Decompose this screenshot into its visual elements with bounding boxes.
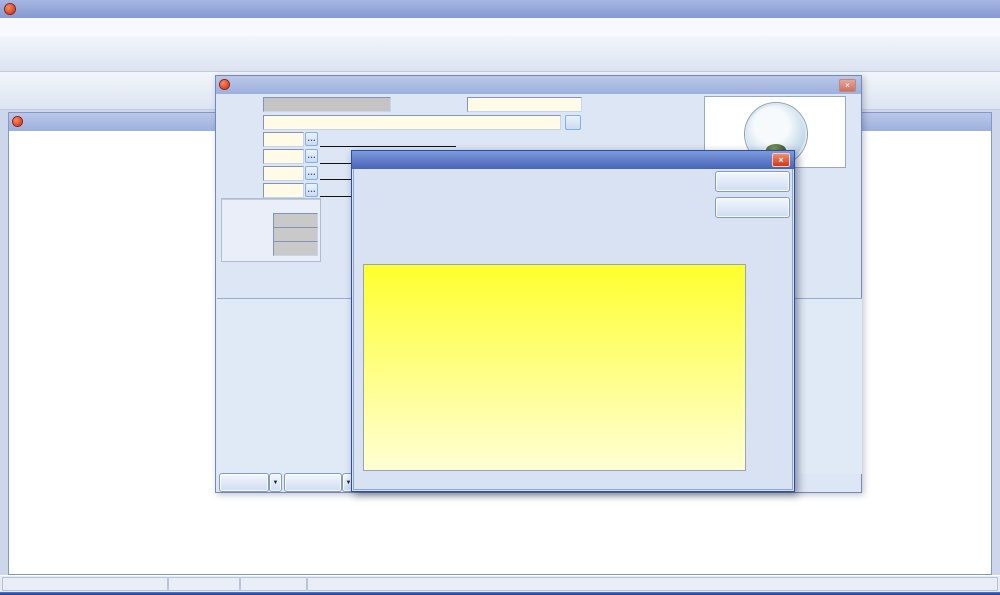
status-bar	[0, 575, 1000, 593]
application-window: × … … … …	[0, 0, 1000, 595]
stats-dialog-titlebar[interactable]	[352, 151, 794, 169]
status-station	[240, 577, 307, 591]
famille-num-field[interactable]	[263, 149, 304, 164]
close-icon[interactable]: ×	[772, 153, 790, 167]
stats-dialog: ×	[351, 150, 795, 492]
clavier-field[interactable]	[263, 166, 304, 181]
product-window-icon	[220, 80, 229, 89]
site-central-value	[273, 213, 318, 228]
menu-bar	[0, 18, 1000, 37]
marque-field[interactable]	[263, 183, 304, 198]
imprimer-button[interactable]	[284, 473, 342, 492]
product-window-titlebar[interactable]	[216, 76, 861, 94]
main-titlebar	[0, 0, 1000, 19]
magasins-value	[273, 227, 318, 242]
cumul-value	[273, 241, 318, 256]
paperclip-icon[interactable]	[565, 115, 581, 130]
chart-panel	[363, 264, 746, 471]
main-toolbar	[0, 36, 1000, 72]
status-licence	[168, 577, 240, 591]
status-empty	[307, 577, 998, 591]
annuler-button[interactable]	[715, 197, 790, 218]
marque-picker-button[interactable]: …	[305, 183, 318, 197]
app-icon	[5, 4, 15, 14]
list-window-icon	[13, 117, 22, 126]
imprime-button[interactable]	[715, 171, 790, 192]
actions-button[interactable]	[219, 473, 269, 492]
famille-picker-button[interactable]: …	[305, 149, 318, 163]
groupe-name	[320, 132, 456, 147]
bar-chart	[364, 265, 745, 470]
libelle-field[interactable]	[263, 115, 561, 130]
groupe-num-field[interactable]	[263, 132, 304, 147]
status-company	[2, 577, 168, 591]
code-field[interactable]	[263, 97, 391, 112]
actions-dropdown-icon[interactable]: ▼	[269, 473, 282, 492]
infos-stock-title	[222, 199, 320, 200]
clavier-picker-button[interactable]: …	[305, 166, 318, 180]
groupe-picker-button[interactable]: …	[305, 132, 318, 146]
code-interne-field[interactable]	[467, 97, 582, 112]
close-icon[interactable]: ×	[839, 79, 856, 92]
